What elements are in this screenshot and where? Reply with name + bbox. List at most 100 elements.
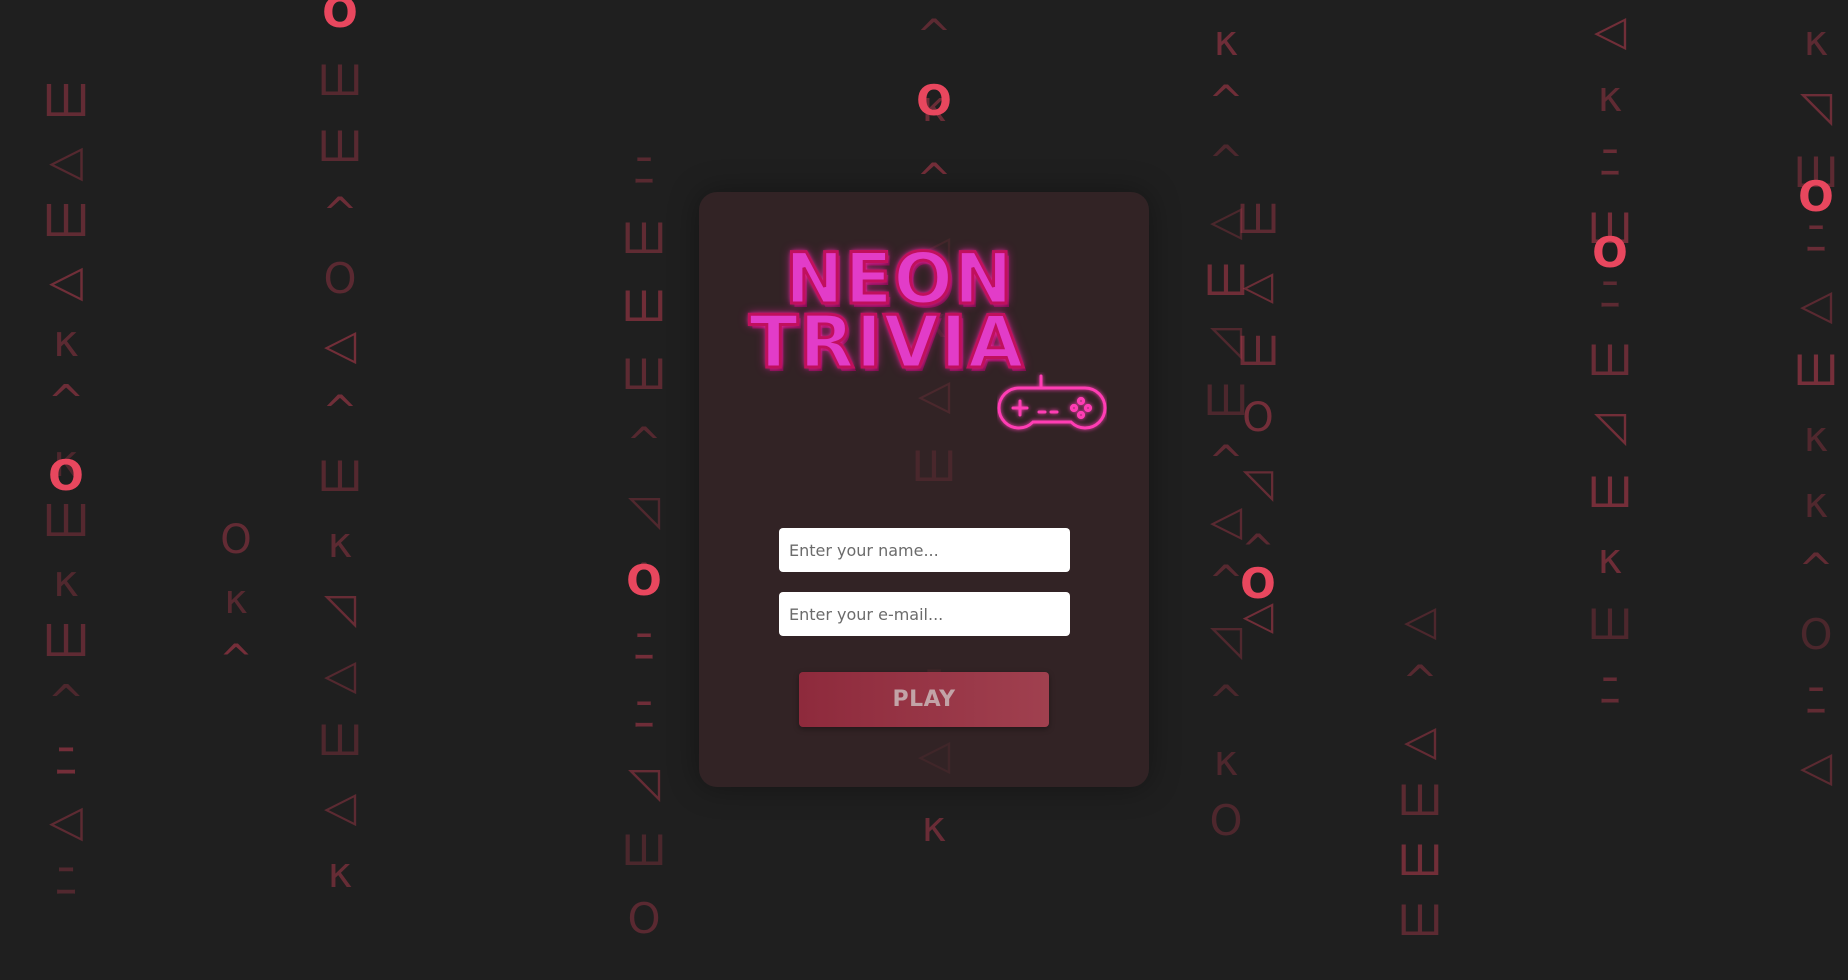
- rain-glyph: Ш: [1397, 776, 1443, 825]
- gamepad-icon: [997, 374, 1107, 430]
- rain-glyph: ◁: [49, 796, 83, 847]
- name-input[interactable]: [779, 528, 1070, 572]
- rain-glyph: Ш: [621, 282, 667, 331]
- rain-glyph: Ш: [42, 616, 90, 667]
- rain-glyph: O: [1242, 395, 1274, 441]
- play-button[interactable]: PLAY: [799, 672, 1049, 727]
- page-background: Ш ◁ Ш ◁ κ ^ κ Шκ Ш ^ ﾆ ◁ ﾆ Oκ ^ Ш Ш ^ O ◁ ^ Шκ ◹ ◁ Ш ◁ κ ﾆ Ш Ш Ш ^ ◹ ^ ﾆﾆ ◹…: [0, 0, 1848, 980]
- rain-glyph: Ш: [621, 826, 667, 875]
- rain-glyph: κ: [1597, 72, 1623, 121]
- rain-glyph: Ш: [42, 496, 90, 547]
- rain-glyph: ◁: [1799, 742, 1833, 791]
- rain-glyph: ◁: [1403, 596, 1437, 645]
- rain-glyph: ◁: [49, 256, 83, 307]
- neon-trivia-logo: NEON TRIVIA: [748, 243, 1109, 434]
- rain-glyph: κ: [1803, 478, 1829, 527]
- rain-glyph: Ш: [42, 196, 90, 247]
- rain-glyph: Ш: [1793, 148, 1839, 197]
- rain-glyph: ﾆ: [633, 690, 655, 739]
- rain-glyph: ﾆ: [1805, 214, 1827, 263]
- logo-text-trivia: TRIVIA: [748, 300, 1026, 384]
- rain-glyph: ◹: [627, 486, 661, 535]
- rain-glyph: ◹: [1799, 82, 1833, 131]
- rain-glyph: κ: [327, 848, 353, 897]
- rain-glyph: ^: [1208, 556, 1244, 605]
- rain-glyph: ﾆ: [633, 622, 655, 671]
- rain-glyph: ◁: [49, 136, 83, 187]
- rain-glyph: ^: [626, 554, 662, 603]
- rain-glyph: ^: [219, 637, 253, 683]
- rain-glyph: ^: [1798, 544, 1834, 593]
- rain-glyph: κ: [53, 556, 79, 607]
- rain-glyph: κ: [327, 518, 353, 567]
- rain-glyph: ◁: [323, 320, 357, 369]
- rain-glyph: O: [1209, 796, 1243, 845]
- rain-glyph: ﾆ: [633, 146, 655, 195]
- rain-glyph: Ш: [1793, 346, 1839, 395]
- rain-glyph: ◹: [1209, 616, 1243, 665]
- rain-glyph: ◁: [1593, 6, 1627, 55]
- rain-glyph: Ш: [317, 122, 363, 171]
- rain-glyph: Ш: [1397, 836, 1443, 885]
- rain-glyph: ◁: [1799, 280, 1833, 329]
- rain-glyph-highlight: O: [322, 0, 358, 37]
- rain-glyph-highlight: O: [1592, 228, 1628, 277]
- rain-glyph: ^: [47, 676, 85, 727]
- rain-glyph: κ: [53, 436, 79, 487]
- rain-glyph: ◹: [627, 758, 661, 807]
- rain-glyph: Ш: [317, 56, 363, 105]
- rain-glyph: O: [1799, 610, 1833, 659]
- rain-glyph: O: [323, 254, 357, 303]
- rain-glyph: κ: [1803, 412, 1829, 461]
- rain-glyph: Ш: [1397, 896, 1443, 945]
- rain-glyph: ◁: [1209, 496, 1243, 545]
- email-input[interactable]: [779, 592, 1070, 636]
- rain-glyph: Ш: [1236, 329, 1280, 375]
- rain-glyph: ◁: [1209, 196, 1243, 245]
- rain-glyph-highlight: O: [916, 76, 952, 125]
- rain-glyph: ^: [1208, 76, 1244, 125]
- rain-glyph: ^: [626, 418, 662, 467]
- rain-glyph: ^: [1402, 656, 1438, 705]
- rain-glyph: κ: [921, 802, 947, 851]
- rain-glyph-highlight: O: [1798, 172, 1834, 221]
- rain-glyph: Ш: [1203, 256, 1249, 305]
- rain-glyph: ^: [1208, 436, 1244, 485]
- rain-glyph: ^: [322, 188, 358, 237]
- rain-glyph: κ: [921, 82, 947, 131]
- rain-glyph-highlight: O: [626, 556, 662, 605]
- rain-glyph: Ш: [42, 76, 90, 127]
- rain-glyph: κ: [224, 577, 248, 623]
- rain-glyph: ﾆ: [55, 736, 77, 787]
- rain-glyph: Ш: [1587, 468, 1633, 517]
- rain-glyph: ﾆ: [1599, 270, 1621, 319]
- rain-glyph: Ш: [1203, 376, 1249, 425]
- login-card: NEON TRIVIA Enter your name... Enter you…: [699, 192, 1149, 787]
- rain-glyph: κ: [1213, 736, 1239, 785]
- rain-glyph: ^: [322, 386, 358, 435]
- rain-glyph-highlight: O: [48, 451, 84, 500]
- rain-glyph: Ш: [317, 716, 363, 765]
- rain-glyph: Ш: [1236, 197, 1280, 243]
- rain-glyph: ◹: [323, 584, 357, 633]
- rain-glyph: ^: [1208, 676, 1244, 725]
- rain-glyph: ◹: [1242, 461, 1274, 507]
- rain-glyph: ◹: [1209, 316, 1243, 365]
- rain-glyph: ^: [1208, 136, 1244, 185]
- rain-glyph: ◹: [1593, 402, 1627, 451]
- rain-glyph: Ш: [1587, 336, 1633, 385]
- rain-glyph: ◁: [1242, 263, 1274, 309]
- rain-glyph: ^: [1241, 527, 1275, 573]
- rain-glyph: κ: [1803, 16, 1829, 65]
- rain-glyph: Ш: [621, 350, 667, 399]
- rain-glyph: κ: [1597, 534, 1623, 583]
- rain-glyph: ^: [916, 10, 952, 59]
- rain-glyph: O: [627, 894, 661, 943]
- rain-glyph: ﾆ: [1805, 676, 1827, 725]
- rain-glyph: ◁: [323, 650, 357, 699]
- rain-glyph: Ш: [1587, 600, 1633, 649]
- rain-glyph: κ: [1213, 16, 1239, 65]
- rain-glyph: ◁: [323, 782, 357, 831]
- rain-glyph: ﾆ: [1599, 666, 1621, 715]
- rain-glyph: κ: [53, 316, 79, 367]
